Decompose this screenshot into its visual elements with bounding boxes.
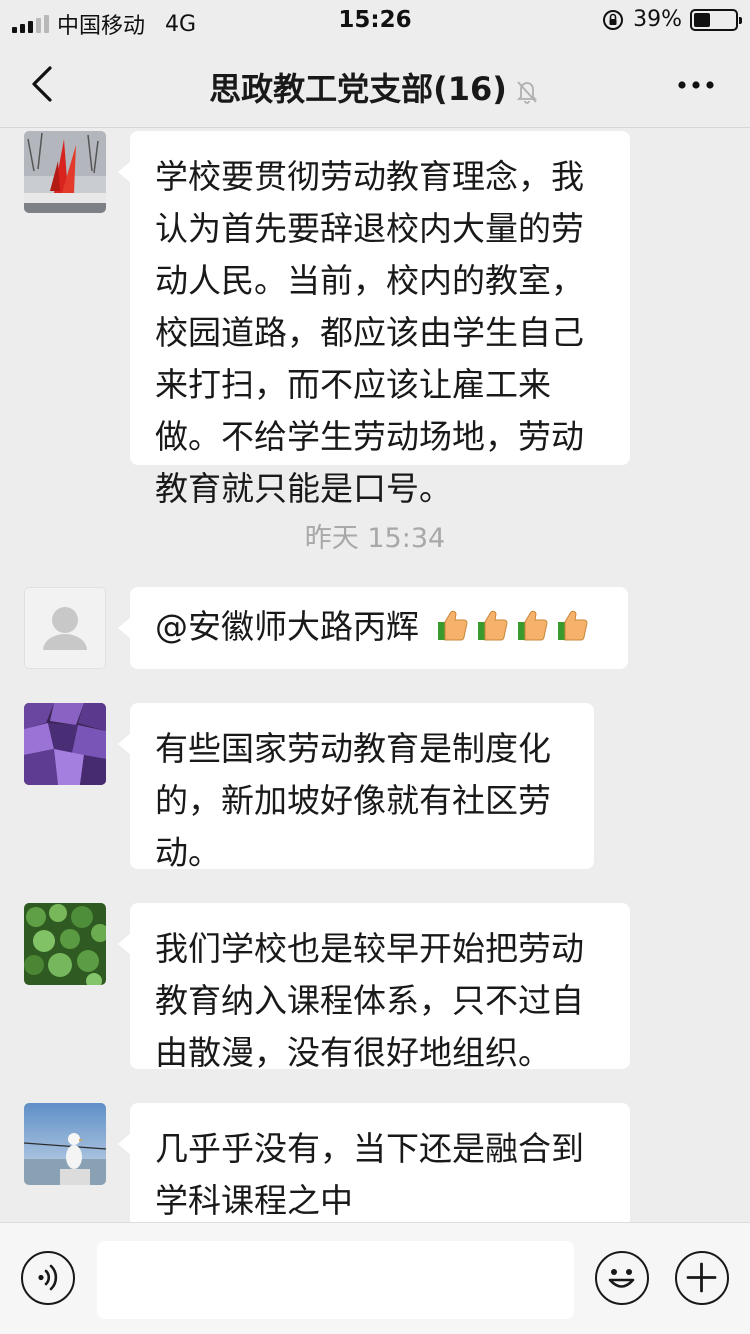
thumbs-up-icon [437, 610, 468, 641]
avatar[interactable] [24, 703, 106, 785]
add-button[interactable] [675, 1251, 729, 1305]
voice-icon [38, 1264, 58, 1291]
time-separator: 昨天 15:34 [304, 523, 446, 554]
thumbs-up-icon [517, 610, 548, 641]
message-text: 我们学校也是较早开始把劳动教育纳入课程体系，只不过自由散漫，没有很好地组织。 [155, 929, 584, 1072]
bell-muted-icon [516, 81, 538, 104]
message-bubble[interactable]: 有些国家劳动教育是制度化的，新加坡好像就有社区劳动。 [118, 703, 594, 872]
orientation-lock-icon [603, 9, 624, 30]
message-bubble[interactable]: 我们学校也是较早开始把劳动教育纳入课程体系，只不过自由散漫，没有很好地组织。 [118, 903, 630, 1072]
smiley-icon [608, 1269, 635, 1288]
avatar[interactable] [24, 1103, 106, 1185]
message-text: 几乎乎没有，当下还是融合到学科课程之中 [155, 1129, 584, 1220]
chat-title-text: 思政教工党支部(16) [209, 70, 507, 108]
avatar[interactable] [24, 587, 106, 669]
more-dots-icon [678, 81, 714, 89]
avatar-red-sculpture [24, 131, 106, 213]
avatar[interactable] [24, 903, 106, 985]
chat-title: 思政教工党支部(16) [0, 64, 750, 110]
avatar-purple-crystals [24, 703, 106, 785]
more-button[interactable] [676, 70, 720, 100]
thumbs-up-icon [477, 610, 508, 641]
battery-icon [690, 8, 742, 31]
emoji-button[interactable] [595, 1251, 649, 1305]
message-text: 学校要贯彻劳动教育理念，我认为首先要辞退校内大量的劳动人民。当前，校内的教室，校… [155, 157, 584, 508]
avatar-green-leaves [24, 903, 106, 985]
message-text: 有些国家劳动教育是制度化的，新加坡好像就有社区劳动。 [155, 729, 551, 872]
chat-list[interactable]: 学校要贯彻劳动教育理念，我认为首先要辞退校内大量的劳动人民。当前，校内的教室，校… [0, 128, 750, 1222]
avatar-default-person [25, 588, 105, 668]
avatar-seagull-sea [24, 1103, 106, 1185]
message-bubble[interactable]: 几乎乎没有，当下还是融合到学科课程之中 [118, 1103, 630, 1222]
thumbs-up-icon [557, 610, 588, 641]
voice-button[interactable] [21, 1251, 75, 1305]
message-text: @安徽师大路丙辉 [155, 607, 430, 646]
status-bar: 中国移动 4G 15:26 39% [0, 0, 750, 40]
plus-icon [686, 1262, 717, 1293]
input-bar [0, 1222, 750, 1334]
message-bubble[interactable]: 学校要贯彻劳动教育理念，我认为首先要辞退校内大量的劳动人民。当前，校内的教室，校… [118, 131, 630, 508]
message-input[interactable] [97, 1241, 574, 1319]
avatar[interactable] [24, 131, 106, 213]
nav-bar: 思政教工党支部(16) [0, 40, 750, 128]
message-bubble[interactable]: @安徽师大路丙辉 [118, 587, 628, 669]
battery-percent: 39% [633, 7, 682, 32]
